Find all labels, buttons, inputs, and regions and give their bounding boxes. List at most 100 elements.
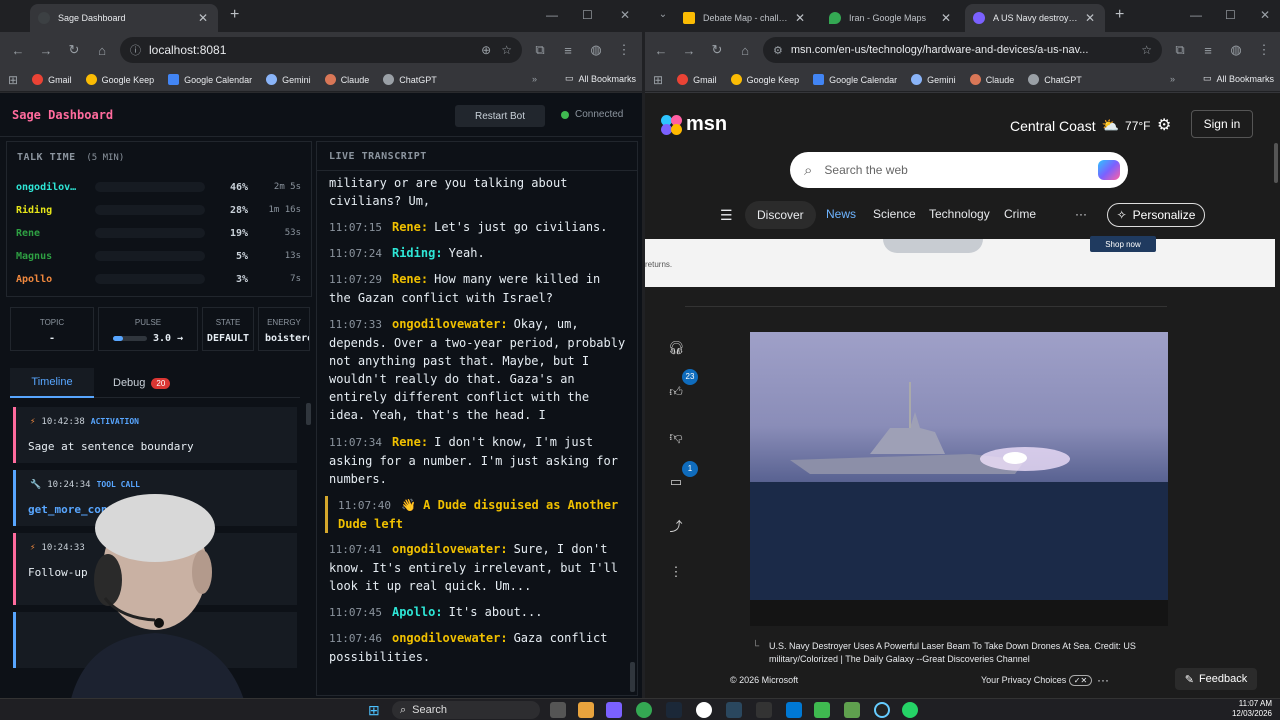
bookmark-star-icon[interactable]: ☆ — [501, 43, 512, 57]
all-bookmarks[interactable]: » ▭ All Bookmarks — [1170, 73, 1274, 84]
media-icon[interactable]: ≡ — [1194, 43, 1222, 58]
chevron-right-icon[interactable]: » — [1170, 74, 1175, 84]
extensions-icon[interactable]: ⧉ — [526, 42, 554, 58]
back-icon[interactable]: ← — [4, 43, 32, 58]
bookmark-chatgpt[interactable]: ChatGPT — [383, 74, 437, 85]
timeline-card[interactable]: ⚡ 10:42:38 ACTIVATION Sage at sentence bou… — [13, 407, 297, 463]
app-icon[interactable] — [874, 702, 890, 718]
maximize-icon[interactable]: ☐ — [582, 8, 593, 22]
timeline-scrollbar[interactable] — [306, 403, 311, 425]
forward-icon[interactable]: → — [675, 43, 703, 58]
new-tab-icon[interactable]: + — [230, 6, 239, 24]
bookmark-keep[interactable]: Google Keep — [730, 74, 799, 85]
task-view-icon[interactable] — [550, 702, 566, 718]
steam-icon[interactable] — [666, 702, 682, 718]
page-scrollbar[interactable] — [1274, 143, 1278, 183]
nav-discover[interactable]: Discover — [745, 201, 816, 229]
copilot-icon[interactable] — [1098, 160, 1120, 180]
back-icon[interactable]: ← — [647, 43, 675, 58]
bookmark-keep[interactable]: Google Keep — [85, 74, 154, 85]
address-bar[interactable]: ⓘ localhost:8081 ⊕ ☆ — [120, 37, 522, 63]
bookmark-gmail[interactable]: Gmail — [32, 74, 72, 85]
hamburger-icon[interactable]: ☰ — [720, 207, 733, 224]
weather[interactable]: Central Coast ⛅ 77°F — [1010, 117, 1151, 134]
personalize-button[interactable]: ✧ Personalize — [1107, 203, 1205, 227]
windows-start-icon[interactable]: ⊞ — [368, 702, 380, 719]
tab-search-icon[interactable]: ⌄ — [649, 9, 677, 20]
home-icon[interactable]: ⌂ — [88, 43, 116, 58]
reload-icon[interactable]: ↻ — [60, 42, 88, 58]
bookmark-gmail[interactable]: Gmail — [677, 74, 717, 85]
tab-msn-article[interactable]: A US Navy destroyer vap ✕ — [965, 4, 1105, 32]
more-icon[interactable]: ··· — [1097, 673, 1109, 687]
chrome-icon[interactable] — [636, 702, 652, 718]
tab-timeline[interactable]: Timeline — [10, 368, 94, 398]
tab-debug[interactable]: Debug 20 — [113, 368, 171, 398]
apps-icon[interactable]: ⊞ — [653, 73, 663, 87]
media-icon[interactable]: ≡ — [554, 43, 582, 58]
bookmark-calendar[interactable]: Google Calendar — [813, 74, 897, 85]
restart-bot-button[interactable]: Restart Bot — [455, 105, 545, 127]
reload-icon[interactable]: ↻ — [703, 42, 731, 58]
tab-google-maps[interactable]: Iran - Google Maps ✕ — [821, 4, 961, 32]
privacy-choices[interactable]: Your Privacy Choices ✓✕ — [981, 675, 1093, 686]
bookmark-gemini[interactable]: Gemini — [911, 74, 956, 85]
close-icon[interactable]: ✕ — [795, 11, 805, 25]
zoom-icon[interactable]: ⊕ — [481, 43, 491, 57]
tab-sage-dashboard[interactable]: Sage Dashboard ✕ — [30, 4, 218, 32]
menu-icon[interactable]: ⋮ — [1250, 42, 1278, 58]
nav-news[interactable]: News — [826, 207, 856, 221]
system-clock[interactable]: 11:07 AM 12/03/2026 — [1232, 699, 1272, 719]
app-icon[interactable] — [814, 702, 830, 718]
minimize-icon[interactable]: — — [1190, 8, 1202, 22]
article-hero-image[interactable] — [750, 332, 1168, 600]
minimize-icon[interactable]: — — [546, 8, 558, 22]
steam-icon[interactable] — [726, 702, 742, 718]
file-explorer-icon[interactable] — [578, 702, 594, 718]
thumbs-up-icon[interactable]: 👍︎ — [665, 381, 687, 403]
app-icon[interactable] — [844, 702, 860, 718]
feedback-button[interactable]: ✎ Feedback — [1175, 668, 1257, 690]
whatsapp-icon[interactable] — [902, 702, 918, 718]
settings-gear-icon[interactable]: ⚙ — [1157, 115, 1171, 135]
tab-debate-map[interactable]: Debate Map - challenge ✕ — [675, 4, 815, 32]
menu-icon[interactable]: ⋮ — [610, 42, 638, 58]
apps-icon[interactable]: ⊞ — [8, 73, 18, 87]
bookmark-chatgpt[interactable]: ChatGPT — [1028, 74, 1082, 85]
sign-in-button[interactable]: Sign in — [1191, 110, 1253, 138]
taskbar-search[interactable]: ⌕ Search — [392, 701, 540, 719]
maximize-icon[interactable]: ☐ — [1225, 8, 1236, 22]
all-bookmarks[interactable]: » ▭ All Bookmarks — [532, 73, 636, 84]
thumbs-down-icon[interactable]: 👎︎ — [665, 426, 687, 448]
app-icon[interactable] — [606, 702, 622, 718]
bookmark-star-icon[interactable]: ☆ — [1141, 43, 1152, 57]
headphones-icon[interactable]: 🎧︎ — [665, 337, 687, 359]
close-icon[interactable]: ✕ — [941, 11, 951, 25]
app-icon[interactable] — [696, 702, 712, 718]
profile-icon[interactable]: ◍ — [582, 42, 610, 58]
web-search-bar[interactable]: ⌕ Search the web — [790, 152, 1128, 188]
ad-banner[interactable]: returns. Shop now — [645, 236, 1275, 287]
nav-more[interactable]: ··· — [1075, 207, 1087, 221]
powershell-icon[interactable] — [786, 702, 802, 718]
bookmark-gemini[interactable]: Gemini — [266, 74, 311, 85]
shop-now-button[interactable]: Shop now — [1090, 236, 1156, 252]
profile-icon[interactable]: ◍ — [1222, 42, 1250, 58]
site-settings-icon[interactable]: ⚙ — [773, 44, 783, 57]
close-window-icon[interactable]: ✕ — [1260, 8, 1270, 22]
nav-crime[interactable]: Crime — [1004, 207, 1036, 221]
forward-icon[interactable]: → — [32, 43, 60, 58]
nav-technology[interactable]: Technology — [929, 207, 990, 221]
msn-logo[interactable]: msn — [661, 113, 727, 136]
bookmark-calendar[interactable]: Google Calendar — [168, 74, 252, 85]
chevron-right-icon[interactable]: » — [532, 74, 537, 84]
share-icon[interactable]: ⤴ — [665, 516, 687, 538]
close-icon[interactable]: ✕ — [1085, 11, 1095, 25]
home-icon[interactable]: ⌂ — [731, 43, 759, 58]
more-options-icon[interactable]: ⋮ — [665, 561, 687, 583]
extensions-icon[interactable]: ⧉ — [1166, 42, 1194, 58]
transcript-scrollbar[interactable] — [630, 662, 635, 692]
bookmark-claude[interactable]: Claude — [324, 74, 369, 85]
close-window-icon[interactable]: ✕ — [620, 8, 630, 22]
terminal-icon[interactable] — [756, 702, 772, 718]
